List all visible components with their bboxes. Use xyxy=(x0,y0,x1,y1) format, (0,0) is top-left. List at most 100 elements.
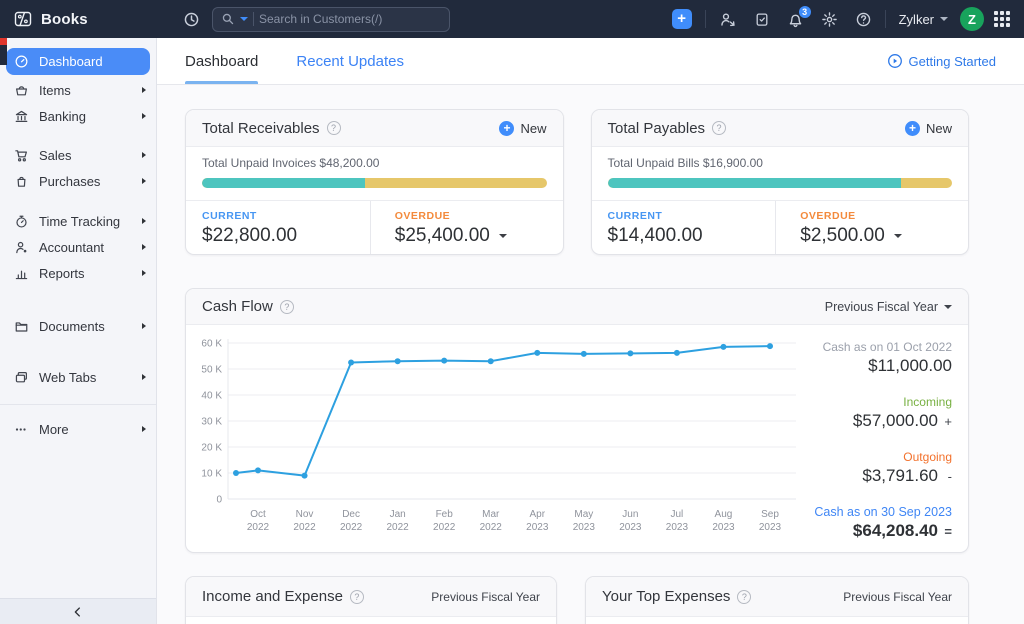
opening-cash-label: Cash as on 01 Oct 2022 xyxy=(822,340,952,354)
incoming-value: $57,000.00 xyxy=(852,411,938,430)
main-area: Dashboard Recent Updates Getting Started xyxy=(157,38,1024,624)
submenu-arrow-icon xyxy=(142,270,146,276)
overdue-value: $2,500.00 xyxy=(800,225,885,246)
sidebar-item-label: Banking xyxy=(39,108,86,124)
sidebar-item-items[interactable]: Items xyxy=(0,77,156,103)
card-title: Total Receivables xyxy=(202,119,320,137)
accountant-icon xyxy=(16,241,27,253)
bell-icon[interactable]: 3 xyxy=(787,5,811,28)
cash-flow-summary-panel: Cash as on 01 Oct 2022 $11,000.00 Incomi… xyxy=(804,325,968,543)
new-invoice-button[interactable]: + New xyxy=(499,120,547,136)
getting-started-label: Getting Started xyxy=(908,53,996,69)
current-value: $22,800.00 xyxy=(202,225,298,246)
sidebar-item-label: Sales xyxy=(39,147,72,163)
incoming-label: Incoming xyxy=(903,395,952,409)
bag-icon xyxy=(17,176,26,187)
search-scope-chevron-icon[interactable] xyxy=(240,17,248,21)
sidebar-item-label: Purchases xyxy=(39,173,101,189)
submenu-arrow-icon xyxy=(142,374,146,380)
help-icon[interactable]: ? xyxy=(737,589,752,604)
overdue-dropdown-icon[interactable] xyxy=(893,234,902,238)
new-bill-button[interactable]: + New xyxy=(904,120,952,136)
svg-text:Jan: Jan xyxy=(390,509,406,520)
ellipsis-icon xyxy=(15,427,26,431)
basket-icon xyxy=(16,85,27,95)
sidebar-item-accountant[interactable]: Accountant xyxy=(0,234,156,260)
svg-text:2023: 2023 xyxy=(526,522,549,533)
svg-text:20 K: 20 K xyxy=(201,443,222,454)
global-search xyxy=(212,6,450,32)
plus-icon: + xyxy=(499,120,515,136)
overdue-dropdown-icon[interactable] xyxy=(498,234,507,238)
new-button-label: New xyxy=(925,120,952,136)
submenu-arrow-icon xyxy=(142,323,146,329)
apps-grid-icon[interactable] xyxy=(994,11,1010,27)
dashboard-icon xyxy=(15,55,28,68)
help-icon[interactable]: ? xyxy=(279,299,294,314)
card-title: Total Payables xyxy=(607,119,706,137)
closing-cash-value: $64,208.40 xyxy=(852,521,938,540)
sidebar-item-reports[interactable]: Reports xyxy=(0,260,156,286)
new-button-label: New xyxy=(520,120,547,136)
sidebar-item-dashboard[interactable]: Dashboard xyxy=(6,48,150,75)
period-label[interactable]: Previous Fiscal Year xyxy=(431,590,540,604)
sidebar-item-purchases[interactable]: Purchases xyxy=(0,168,156,194)
card-title: Your Top Expenses xyxy=(602,588,731,605)
equals-operator: = xyxy=(944,524,952,539)
income-expense-card: Income and Expense ? Previous Fiscal Yea… xyxy=(185,576,557,624)
quick-create-button[interactable]: + xyxy=(671,9,692,29)
svg-text:2023: 2023 xyxy=(619,522,642,533)
svg-text:0: 0 xyxy=(216,495,222,506)
submenu-arrow-icon xyxy=(142,426,146,432)
sidebar-item-documents[interactable]: Documents xyxy=(0,313,156,339)
svg-text:2022: 2022 xyxy=(247,522,270,533)
subscription-icon[interactable] xyxy=(754,11,770,28)
sidebar-collapse-button[interactable] xyxy=(0,598,156,624)
search-input[interactable] xyxy=(259,12,441,26)
cashflow-period-select[interactable]: Previous Fiscal Year xyxy=(825,300,952,314)
help-icon[interactable]: ? xyxy=(349,589,364,604)
sidebar-item-web-tabs[interactable]: Web Tabs xyxy=(0,364,156,390)
current-label: CURRENT xyxy=(607,210,663,222)
svg-text:Nov: Nov xyxy=(296,509,314,520)
plus-icon: + xyxy=(904,120,920,136)
period-label[interactable]: Previous Fiscal Year xyxy=(843,590,952,604)
sidebar-item-time-tracking[interactable]: Time Tracking xyxy=(0,208,156,234)
topbar-divider xyxy=(884,10,886,28)
settings-gear-icon[interactable] xyxy=(821,11,838,28)
user-avatar[interactable]: Z xyxy=(960,7,984,31)
bar-chart-icon xyxy=(15,270,28,279)
product-logo[interactable]: Books xyxy=(0,9,157,29)
sidebar-item-more[interactable]: More xyxy=(0,416,156,442)
sidebar-item-label: Reports xyxy=(39,265,85,281)
closing-cash-label[interactable]: Cash as on 30 Sep 2023 xyxy=(804,505,952,519)
svg-text:2022: 2022 xyxy=(480,522,503,533)
help-icon[interactable] xyxy=(855,11,872,28)
svg-text:2023: 2023 xyxy=(712,522,735,533)
help-icon[interactable]: ? xyxy=(326,121,341,135)
svg-text:30 K: 30 K xyxy=(201,417,222,428)
svg-text:2022: 2022 xyxy=(293,522,316,533)
cash-flow-card: Cash Flow ? Previous Fiscal Year 0 10 K 20… xyxy=(185,288,969,553)
outgoing-value: $3,791.60 xyxy=(862,466,938,485)
org-selector[interactable]: Zylker xyxy=(899,12,948,27)
total-payables-card: Total Payables ? + New Total Unpaid Bill… xyxy=(590,109,969,255)
sidebar-item-sales[interactable]: Sales xyxy=(0,142,156,168)
tab-recent-updates[interactable]: Recent Updates xyxy=(296,38,404,84)
sidebar-item-label: Dashboard xyxy=(39,54,103,69)
svg-text:2023: 2023 xyxy=(759,522,782,533)
svg-text:May: May xyxy=(574,509,593,520)
getting-started-link[interactable]: Getting Started xyxy=(887,53,996,69)
referral-icon[interactable] xyxy=(719,11,737,28)
payables-progress-bar xyxy=(607,178,952,188)
history-icon[interactable] xyxy=(183,11,200,28)
sidebar-item-label: More xyxy=(39,421,69,437)
help-icon[interactable]: ? xyxy=(712,121,727,135)
tab-dashboard[interactable]: Dashboard xyxy=(185,38,259,84)
overdue-label: OVERDUE xyxy=(800,210,856,222)
minus-operator: - xyxy=(947,469,952,484)
sidebar: Dashboard Items Banking Sales Purchases … xyxy=(0,38,157,624)
sidebar-item-banking[interactable]: Banking xyxy=(0,103,156,129)
cart-icon xyxy=(15,149,27,161)
dashboard-content: Total Receivables ? + New Total Unpaid I… xyxy=(157,85,1024,624)
